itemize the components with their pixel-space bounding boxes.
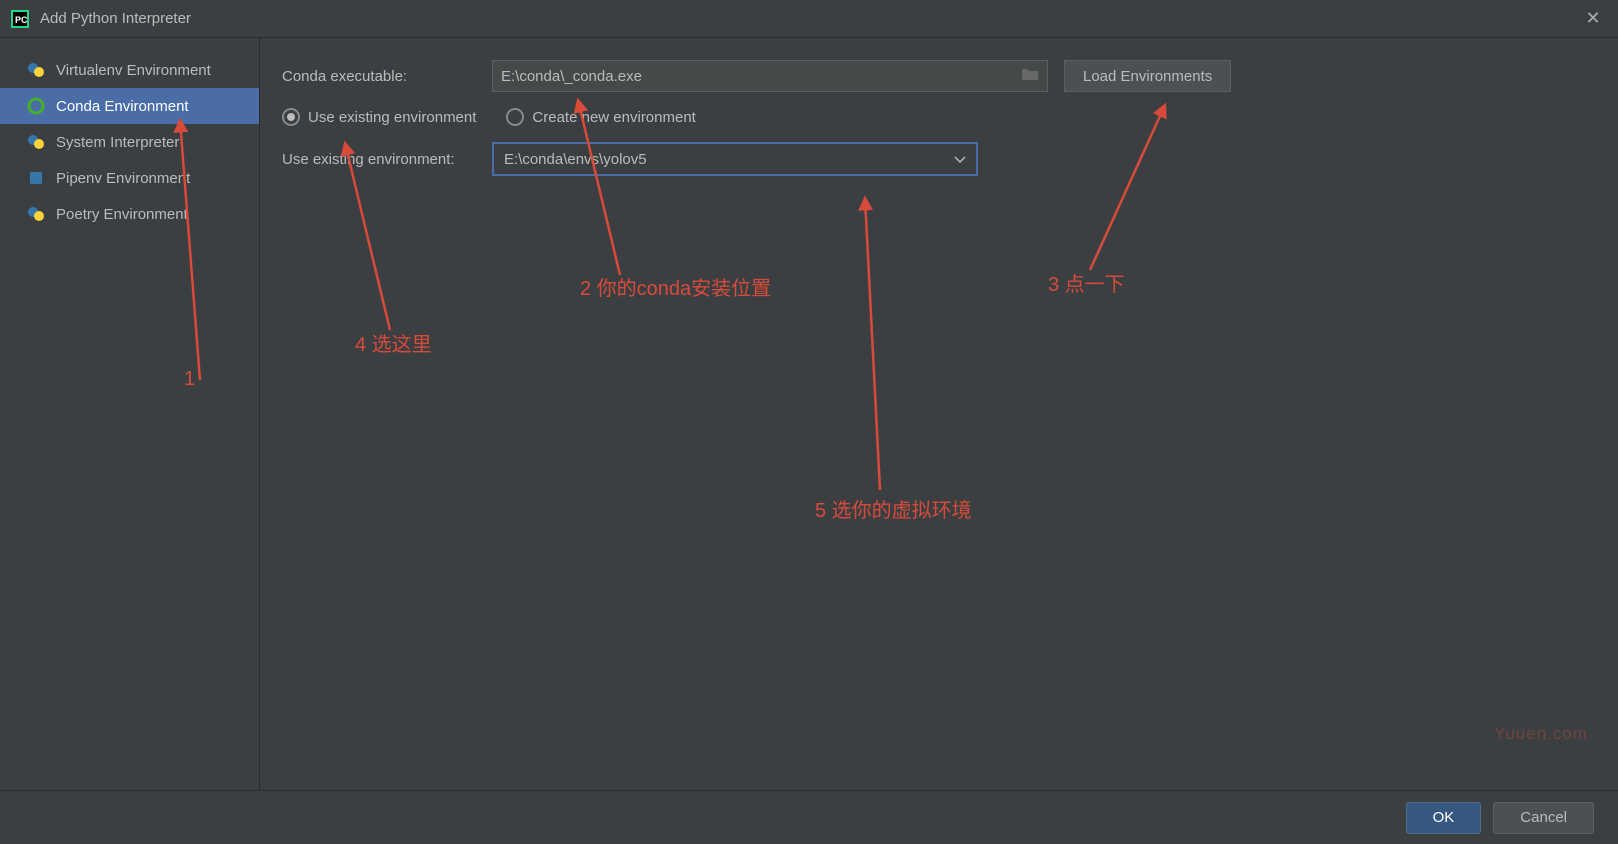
pipenv-icon	[24, 168, 48, 188]
cancel-button[interactable]: Cancel	[1493, 802, 1594, 834]
conda-exe-input[interactable]: E:\conda\_conda.exe	[492, 60, 1048, 92]
load-environments-button[interactable]: Load Environments	[1064, 60, 1231, 92]
sidebar-item-virtualenv[interactable]: Virtualenv Environment	[0, 52, 259, 88]
conda-exe-value: E:\conda\_conda.exe	[501, 68, 642, 85]
radio-label: Create new environment	[532, 109, 695, 126]
sidebar-item-pipenv[interactable]: Pipenv Environment	[0, 160, 259, 196]
dropdown-value: E:\conda\envs\yolov5	[504, 151, 647, 168]
main-panel: Conda executable: E:\conda\_conda.exe Lo…	[260, 38, 1618, 790]
sidebar-item-label: Pipenv Environment	[56, 170, 190, 187]
existing-env-dropdown[interactable]: E:\conda\envs\yolov5	[492, 142, 978, 176]
close-icon[interactable]: ✕	[1578, 8, 1608, 29]
sidebar-item-label: Virtualenv Environment	[56, 62, 211, 79]
sidebar-item-system[interactable]: System Interpreter	[0, 124, 259, 160]
radio-circle-icon	[282, 108, 300, 126]
svg-text:PC: PC	[15, 15, 28, 25]
ok-button[interactable]: OK	[1406, 802, 1482, 834]
pycharm-icon: PC	[10, 9, 30, 29]
conda-exe-label: Conda executable:	[282, 68, 492, 85]
sidebar-item-poetry[interactable]: Poetry Environment	[0, 196, 259, 232]
chevron-down-icon	[954, 151, 966, 168]
radio-use-existing[interactable]: Use existing environment	[282, 108, 476, 126]
sidebar-item-conda[interactable]: Conda Environment	[0, 88, 259, 124]
sidebar-item-label: Conda Environment	[56, 98, 189, 115]
python-icon	[24, 60, 48, 80]
titlebar: PC Add Python Interpreter ✕	[0, 0, 1618, 38]
radio-create-new[interactable]: Create new environment	[506, 108, 695, 126]
sidebar-item-label: System Interpreter	[56, 134, 179, 151]
footer: OK Cancel	[0, 790, 1618, 844]
conda-icon	[24, 96, 48, 116]
use-existing-label: Use existing environment:	[282, 151, 492, 168]
sidebar: Virtualenv Environment Conda Environment…	[0, 38, 260, 790]
window-title: Add Python Interpreter	[40, 10, 1578, 27]
sidebar-item-label: Poetry Environment	[56, 206, 188, 223]
watermark: Yuuen.com	[1494, 724, 1588, 744]
radio-label: Use existing environment	[308, 109, 476, 126]
python-icon	[24, 132, 48, 152]
radio-circle-icon	[506, 108, 524, 126]
python-icon	[24, 204, 48, 224]
browse-folder-icon[interactable]	[1021, 67, 1039, 85]
